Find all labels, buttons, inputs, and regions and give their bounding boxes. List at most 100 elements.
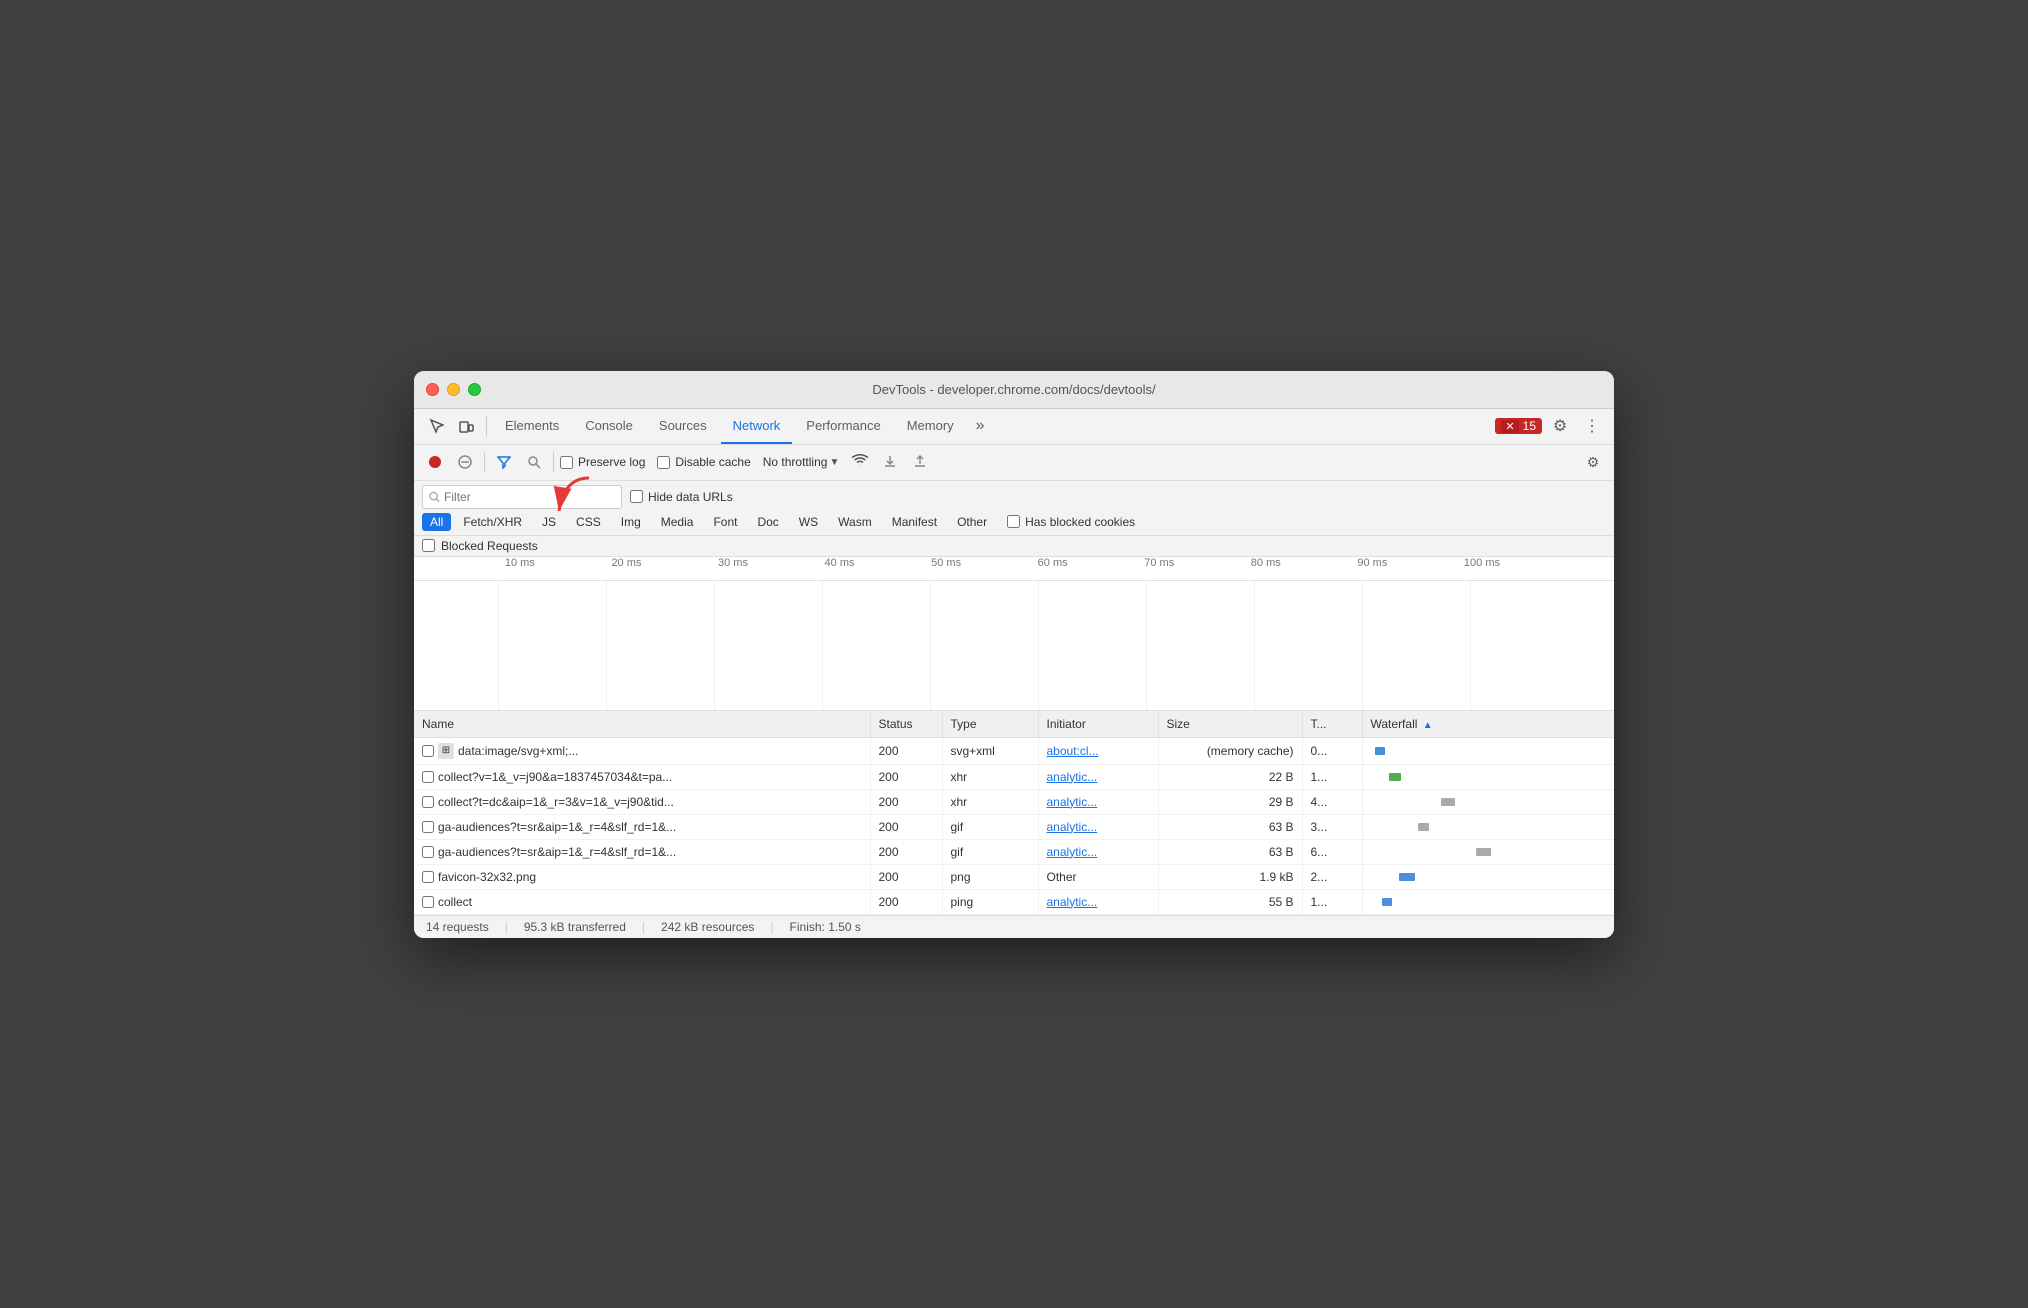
filter-img-button[interactable]: Img — [613, 513, 649, 531]
maximize-button[interactable] — [468, 383, 481, 396]
close-button[interactable] — [426, 383, 439, 396]
toolbar-right: ⚙ — [1580, 449, 1606, 475]
filter-input[interactable] — [444, 490, 615, 504]
col-header-name[interactable]: Name — [414, 711, 870, 738]
table-row[interactable]: ⊞ data:image/svg+xml;... 200 svg+xml abo… — [414, 737, 1614, 764]
filter-ws-button[interactable]: WS — [791, 513, 826, 531]
hide-data-urls-checkbox[interactable] — [630, 490, 643, 503]
clear-button[interactable] — [452, 449, 478, 475]
export-har-button[interactable] — [907, 449, 933, 475]
network-table-scroll[interactable]: Name Status Type Initiator Size — [414, 711, 1614, 915]
search-button[interactable] — [521, 449, 547, 475]
tab-network[interactable]: Network — [721, 408, 793, 444]
table-row[interactable]: ga-audiences?t=sr&aip=1&_r=4&slf_rd=1&..… — [414, 839, 1614, 864]
tab-elements[interactable]: Elements — [493, 408, 571, 444]
cell-type-6: ping — [942, 889, 1038, 914]
row-checkbox-6[interactable] — [422, 896, 434, 908]
cell-name-0: ⊞ data:image/svg+xml;... — [414, 737, 870, 764]
filter-all-button[interactable]: All — [422, 513, 451, 531]
filter-xhr-button[interactable]: Fetch/XHR — [455, 513, 530, 531]
cell-status-2: 200 — [870, 789, 942, 814]
grid-line-6 — [1038, 581, 1039, 710]
filter-js-button[interactable]: JS — [534, 513, 564, 531]
table-row[interactable]: ga-audiences?t=sr&aip=1&_r=4&slf_rd=1&..… — [414, 814, 1614, 839]
filter-button[interactable] — [491, 449, 517, 475]
has-blocked-cookies-checkbox[interactable] — [1007, 515, 1020, 528]
timeline-header: 10 ms 20 ms 30 ms 40 ms 50 ms 60 ms 70 m… — [414, 557, 1614, 581]
row-checkbox-3[interactable] — [422, 821, 434, 833]
col-header-status[interactable]: Status — [870, 711, 942, 738]
toolbar-sep-2 — [553, 452, 554, 472]
network-table: Name Status Type Initiator Size — [414, 711, 1614, 915]
row-checkbox-5[interactable] — [422, 871, 434, 883]
col-header-time[interactable]: T... — [1302, 711, 1362, 738]
devtools-window: DevTools - developer.chrome.com/docs/dev… — [414, 371, 1614, 938]
col-header-size[interactable]: Size — [1158, 711, 1302, 738]
traffic-lights — [426, 383, 481, 396]
cell-type-4: gif — [942, 839, 1038, 864]
settings-icon[interactable]: ⚙ — [1546, 412, 1574, 440]
filter-css-button[interactable]: CSS — [568, 513, 609, 531]
tab-performance[interactable]: Performance — [794, 408, 892, 444]
cell-size-6: 55 B — [1158, 889, 1302, 914]
tick-40ms: 40 ms — [825, 557, 855, 569]
filter-wasm-button[interactable]: Wasm — [830, 513, 880, 531]
col-header-initiator[interactable]: Initiator — [1038, 711, 1158, 738]
tab-right-controls: ✕ 15 ⚙ ⋮ — [1495, 412, 1606, 440]
cell-initiator-1: analytic... — [1038, 764, 1158, 789]
minimize-button[interactable] — [447, 383, 460, 396]
tick-30ms: 30 ms — [718, 557, 748, 569]
cell-size-3: 63 B — [1158, 814, 1302, 839]
has-blocked-cookies-label[interactable]: Has blocked cookies — [1007, 515, 1135, 529]
record-button[interactable] — [422, 449, 448, 475]
blocked-requests-label: Blocked Requests — [441, 539, 538, 553]
import-har-button[interactable] — [877, 449, 903, 475]
more-options-icon[interactable]: ⋮ — [1578, 412, 1606, 440]
col-header-type[interactable]: Type — [942, 711, 1038, 738]
row-checkbox-0[interactable] — [422, 745, 434, 757]
col-header-waterfall[interactable]: Waterfall ▲ — [1362, 711, 1614, 738]
cell-status-3: 200 — [870, 814, 942, 839]
row-checkbox-4[interactable] — [422, 846, 434, 858]
filter-type-row: All Fetch/XHR JS — [422, 513, 1606, 531]
grid-line-1 — [498, 581, 499, 710]
more-tabs-button[interactable]: » — [968, 417, 993, 435]
waterfall-bar-2 — [1441, 798, 1455, 806]
cursor-icon[interactable] — [422, 412, 450, 440]
row-icon-0: ⊞ — [438, 743, 454, 759]
preserve-log-label[interactable]: Preserve log — [560, 455, 645, 469]
filter-media-button[interactable]: Media — [653, 513, 702, 531]
preserve-log-checkbox[interactable] — [560, 456, 573, 469]
row-checkbox-1[interactable] — [422, 771, 434, 783]
tab-memory[interactable]: Memory — [895, 408, 966, 444]
disable-cache-label[interactable]: Disable cache — [657, 455, 750, 469]
waterfall-bar-6 — [1382, 898, 1391, 906]
grid-line-7 — [1146, 581, 1147, 710]
disable-cache-checkbox[interactable] — [657, 456, 670, 469]
network-settings-button[interactable]: ⚙ — [1580, 449, 1606, 475]
blocked-requests-checkbox[interactable] — [422, 539, 435, 552]
filter-font-button[interactable]: Font — [705, 513, 745, 531]
table-row[interactable]: collect?v=1&_v=j90&a=1837457034&t=pa... … — [414, 764, 1614, 789]
table-row[interactable]: collect?t=dc&aip=1&_r=3&v=1&_v=j90&tid..… — [414, 789, 1614, 814]
throttling-select[interactable]: No throttling ▼ — [763, 455, 840, 469]
cell-name-1: collect?v=1&_v=j90&a=1837457034&t=pa... — [414, 764, 870, 789]
filter-search-icon — [429, 491, 440, 503]
hide-data-urls-label[interactable]: Hide data URLs — [630, 490, 733, 504]
timeline-waterfall-area — [414, 581, 1614, 711]
cell-type-1: xhr — [942, 764, 1038, 789]
cell-name-2: collect?t=dc&aip=1&_r=3&v=1&_v=j90&tid..… — [414, 789, 870, 814]
cell-size-0: (memory cache) — [1158, 737, 1302, 764]
device-toolbar-icon[interactable] — [452, 412, 480, 440]
filter-doc-button[interactable]: Doc — [749, 513, 786, 531]
filter-other-button[interactable]: Other — [949, 513, 995, 531]
devtools-content: Elements Console Sources Network Perform… — [414, 409, 1614, 938]
row-checkbox-2[interactable] — [422, 796, 434, 808]
tick-100ms: 100 ms — [1464, 557, 1500, 569]
grid-line-4 — [822, 581, 823, 710]
tab-sources[interactable]: Sources — [647, 408, 719, 444]
tab-console[interactable]: Console — [573, 408, 645, 444]
table-row[interactable]: collect 200 ping analytic... 55 B 1... — [414, 889, 1614, 914]
table-row[interactable]: favicon-32x32.png 200 png Other 1.9 kB 2… — [414, 864, 1614, 889]
filter-manifest-button[interactable]: Manifest — [884, 513, 945, 531]
